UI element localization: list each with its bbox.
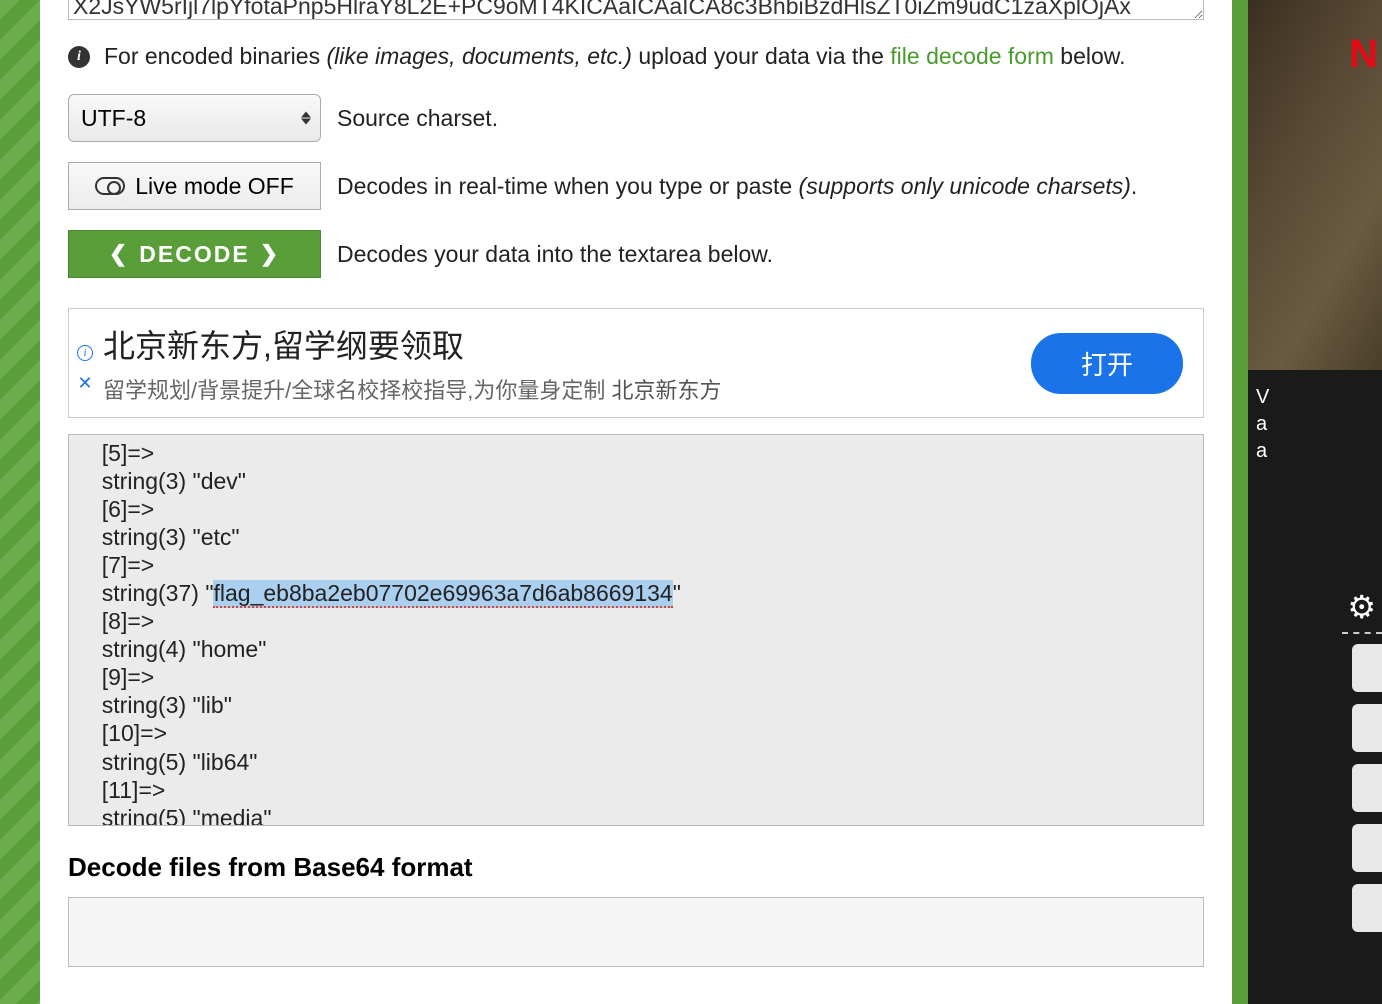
decoded-output-textarea[interactable]: [5]=> string(3) "dev" [6]=> string(3) "e… (68, 434, 1204, 826)
dashed-divider (1342, 632, 1382, 634)
file-decode-form-link[interactable]: file decode form (890, 43, 1054, 69)
ad-subtitle-grey: 留学规划/背景提升/全球名校择校指导,为你量身定制 (103, 378, 611, 403)
main-panel: X2JsYW5rIjl7lpYfotaPnp5HlraY8L2E+PC9oMT4… (40, 0, 1232, 1004)
netflix-logo-icon[interactable]: N (1349, 32, 1378, 77)
side-tab-2[interactable] (1352, 704, 1382, 752)
background-pattern-left (0, 0, 40, 1004)
live-mode-toggle-button[interactable]: Live mode OFF (68, 162, 321, 210)
encoded-input-textarea[interactable]: X2JsYW5rIjl7lpYfotaPnp5HlraY8L2E+PC9oMT4… (68, 0, 1204, 20)
decode-desc: Decodes your data into the textarea belo… (337, 241, 773, 268)
file-decode-heading: Decode files from Base64 format (40, 826, 1232, 897)
live-mode-label: Live mode OFF (135, 173, 294, 200)
info-text-italic: (like images, documents, etc.) (326, 43, 632, 69)
selected-flag-text[interactable]: flag_eb8ba2eb07702e69963a7d6ab8669134 (213, 580, 672, 608)
chevron-left-icon: ❮ (109, 241, 129, 267)
ad-close-icon[interactable]: ✕ (77, 373, 92, 394)
info-icon: i (68, 46, 90, 68)
side-tab-4[interactable] (1352, 824, 1382, 872)
ad-open-button[interactable]: 打开 (1031, 333, 1183, 394)
decode-button[interactable]: ❮ DECODE ❯ (68, 230, 321, 278)
info-text-middle: upload your data via the (632, 43, 890, 69)
side-tab-3[interactable] (1352, 764, 1382, 812)
gear-icon[interactable]: ⚙ (1347, 588, 1376, 626)
file-upload-area[interactable] (68, 897, 1204, 967)
chevron-right-icon: ❯ (260, 241, 280, 267)
info-message: i For encoded binaries (like images, doc… (40, 25, 1232, 84)
ad-subtitle-brand: 北京新东方 (611, 378, 721, 403)
charset-select[interactable]: UTF-8 (68, 94, 321, 142)
side-tab-1[interactable] (1352, 644, 1382, 692)
live-mode-desc-suffix: . (1131, 173, 1137, 199)
decode-button-label: DECODE (139, 241, 249, 268)
right-sidebar-ad: N V a a ⚙ (1248, 0, 1382, 1004)
advertisement-banner[interactable]: i ✕ 北京新东方,留学纲要领取 留学规划/背景提升/全球名校择校指导,为你量身… (68, 308, 1204, 418)
toggle-icon (95, 177, 125, 195)
charset-label: Source charset. (337, 105, 498, 132)
background-gap (1232, 0, 1248, 1004)
ad-title: 北京新东方,留学纲要领取 (103, 321, 1031, 367)
info-text-prefix: For encoded binaries (104, 43, 326, 69)
sidebar-image: N (1248, 0, 1382, 370)
ad-info-icon[interactable]: i (77, 345, 93, 361)
live-mode-desc-prefix: Decodes in real-time when you type or pa… (337, 173, 799, 199)
info-text-suffix: below. (1054, 43, 1126, 69)
side-tab-5[interactable] (1352, 884, 1382, 932)
live-mode-desc-italic: (supports only unicode charsets) (799, 173, 1131, 199)
